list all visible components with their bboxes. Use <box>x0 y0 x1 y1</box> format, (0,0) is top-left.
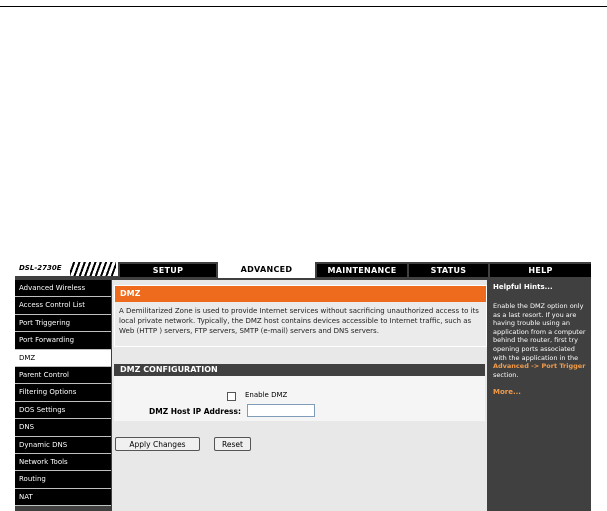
hints-more-link[interactable]: More... <box>490 379 591 396</box>
sidebar-item-parent-control[interactable]: Parent Control <box>15 366 111 385</box>
tab-help[interactable]: HELP <box>490 264 591 277</box>
logo-model: DSL-2730E <box>19 264 62 272</box>
router-frame: DSL-2730E SETUP ADVANCED MAINTENANCE STA… <box>15 262 591 511</box>
dmz-host-ip-input[interactable] <box>247 404 315 417</box>
sidebar-item-nat[interactable]: NAT <box>15 488 111 507</box>
dmz-host-ip-label: DMZ Host IP Address: <box>149 407 241 416</box>
logo: DSL-2730E <box>15 262 118 276</box>
top-rule <box>0 6 607 7</box>
sidebar-item-network-tools[interactable]: Network Tools <box>15 453 111 472</box>
dmz-description: A Demilitarized Zone is used to provide … <box>119 307 479 335</box>
sidebar-item-dns[interactable]: DNS <box>15 419 111 437</box>
hints-body: Enable the DMZ option only as a last res… <box>490 291 591 379</box>
sidebar-item-port-forwarding[interactable]: Port Forwarding <box>15 332 111 350</box>
reset-button[interactable]: Reset <box>214 437 251 451</box>
tab-setup[interactable]: SETUP <box>120 264 216 277</box>
hints-suffix: section. <box>493 370 519 379</box>
logo-stripes <box>70 262 116 276</box>
enable-dmz-label: Enable DMZ <box>245 391 288 399</box>
sidebar-item-port-triggering[interactable]: Port Triggering <box>15 314 111 333</box>
dmz-config-box: DMZ CONFIGURATION Enable DMZ DMZ Host IP… <box>114 364 485 421</box>
tab-status[interactable]: STATUS <box>409 264 488 277</box>
dmz-config-title: DMZ CONFIGURATION <box>114 364 485 376</box>
apply-changes-button[interactable]: Apply Changes <box>115 437 200 451</box>
sidebar-item-dmz[interactable]: DMZ <box>15 349 111 367</box>
dmz-info-box: DMZ A Demilitarized Zone is used to prov… <box>114 285 487 347</box>
sidebar-item-dos-settings[interactable]: DOS Settings <box>15 401 111 420</box>
sidebar-item-dynamic-dns[interactable]: Dynamic DNS <box>15 436 111 454</box>
sidebar-item-routing[interactable]: Routing <box>15 471 111 489</box>
helpful-hints-panel: Helpful Hints... Enable the DMZ option o… <box>490 280 591 511</box>
dmz-title: DMZ <box>115 286 486 302</box>
tab-advanced[interactable]: ADVANCED <box>218 262 315 278</box>
sidebar-item-access-control-list[interactable]: Access Control List <box>15 297 111 315</box>
sidebar: Advanced Wireless Access Control List Po… <box>15 280 111 507</box>
sidebar-item-advanced-wireless[interactable]: Advanced Wireless <box>15 280 111 298</box>
hints-title: Helpful Hints... <box>493 283 553 291</box>
hints-port-trigger-link[interactable]: Advanced -> Port Trigger <box>493 362 585 370</box>
tab-maintenance[interactable]: MAINTENANCE <box>317 264 407 277</box>
hints-text: Enable the DMZ option only as a last res… <box>493 302 586 362</box>
enable-dmz-checkbox[interactable] <box>227 392 236 401</box>
sidebar-item-filtering-options[interactable]: Filtering Options <box>15 384 111 402</box>
main-panel: DMZ A Demilitarized Zone is used to prov… <box>112 280 487 511</box>
